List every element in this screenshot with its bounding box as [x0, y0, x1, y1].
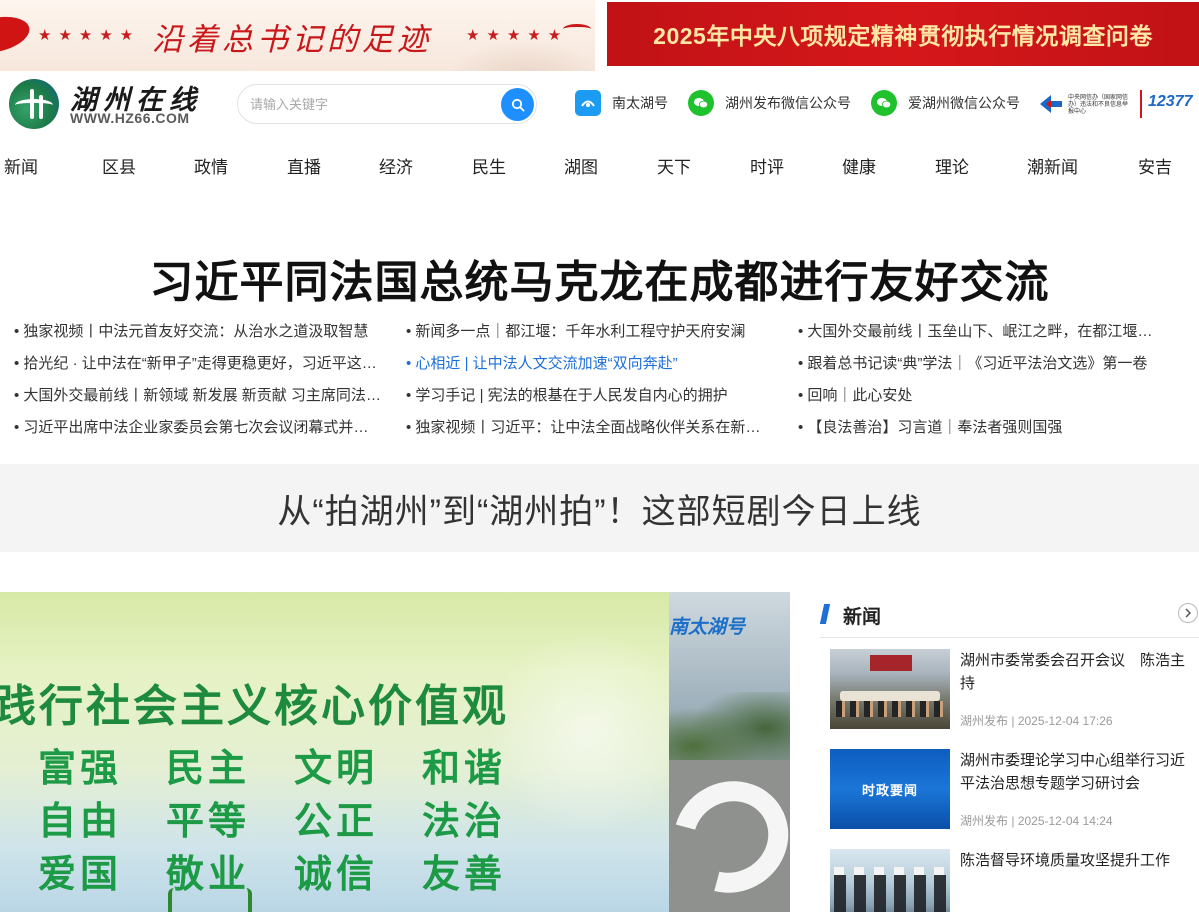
news-thumbnail	[830, 849, 950, 912]
nantaihu-brand: 南太湖号	[669, 616, 746, 638]
nav-item[interactable]: 湖图	[564, 153, 598, 178]
news-link[interactable]: • 拾光纪 · 让中法在“新甲子”走得更稳更好，习近平这样说	[14, 352, 382, 376]
banner-slogan: 沿着总书记的足迹	[152, 22, 432, 58]
news-link[interactable]: • 学习手记 | 宪法的根基在于人民发自内心的拥护	[406, 384, 774, 408]
nav-item[interactable]: 政情	[194, 153, 228, 178]
banner-follow-footsteps[interactable]: ★★★★★ 沿着总书记的足迹 ★★★★★	[0, 0, 595, 71]
news-item-meta: 湖州发布 | 2025-12-04 17:26	[960, 714, 1113, 728]
nav-item[interactable]: 安吉	[1138, 153, 1172, 178]
emblem-decoration	[168, 888, 252, 912]
news-link[interactable]: • 独家视频丨习近平：让中法全面战略伙伴关系在新时代行稳致远	[406, 416, 774, 440]
stars-left: ★★★★★	[38, 26, 141, 44]
search-icon	[511, 98, 525, 112]
nav-item[interactable]: 民生	[472, 153, 506, 178]
nav-item[interactable]: 健康	[842, 153, 876, 178]
feature-banner: 从“拍湖州”到“湖州拍”！这部短剧今日上线	[0, 464, 1199, 552]
news-thumbnail	[830, 649, 950, 729]
news-thumbnail: 时政要闻	[830, 749, 950, 829]
search-box	[237, 84, 537, 124]
news-link[interactable]: • 新闻多一点｜都江堰：千年水利工程守护天府安澜	[406, 320, 774, 344]
nav-item[interactable]: 天下	[657, 153, 691, 178]
link-label: 爱湖州微信公众号	[908, 95, 1020, 111]
nav-item[interactable]: 潮新闻	[1027, 153, 1078, 178]
news-item-meta: 湖州发布 | 2025-12-04 14:24	[960, 814, 1113, 828]
news-link[interactable]: • 大国外交最前线丨新领域 新发展 新贡献 习主席同法国总统会谈	[14, 384, 382, 408]
wechat-icon	[871, 90, 897, 116]
news-link[interactable]: • 独家视频丨中法元首友好交流：从治水之道汲取智慧	[14, 320, 382, 344]
values-row: 富强 民主 文明 和谐	[38, 748, 507, 790]
nav-item[interactable]: 理论	[935, 153, 969, 178]
news-item-title: 陈浩督导环境质量攻坚提升工作	[960, 852, 1171, 869]
link-huzhou-wechat[interactable]: 湖州发布微信公众号	[688, 90, 851, 116]
mountain-decoration	[445, 39, 595, 71]
chevron-right-icon	[1185, 608, 1192, 618]
news-link[interactable]: • 大国外交最前线丨玉垒山下、岷江之畔，在都江堰感受中华文明	[798, 320, 1166, 344]
news-link[interactable]: • 回响｜此心安处	[798, 384, 1166, 408]
report-center-icon	[1040, 95, 1062, 113]
nav-item[interactable]: 时评	[750, 153, 784, 178]
news-link[interactable]: • 习近平出席中法企业家委员会第七次会议闭幕式并致辞	[14, 416, 382, 440]
link-label: 南太湖号	[612, 95, 668, 111]
nav-item[interactable]: 区县	[102, 153, 136, 178]
app-icon	[575, 90, 601, 116]
link-aihuzhou-wechat[interactable]: 爱湖州微信公众号	[871, 90, 1020, 116]
banner-survey[interactable]: 2025年中央八项规定精神贯彻执行情况调查问卷	[607, 2, 1199, 66]
link-nantaihu[interactable]: 南太湖号	[575, 90, 668, 116]
wechat-icon	[688, 90, 714, 116]
news-link-highlighted[interactable]: • 心相近 | 让中法人文交流加速“双向奔赴”	[406, 352, 774, 376]
nav-item[interactable]: 经济	[379, 153, 413, 178]
bird-decoration	[563, 24, 591, 34]
sidebar-news-header: 新闻	[819, 600, 1199, 638]
sidebar-title[interactable]: 新闻	[843, 602, 881, 629]
thumbnail-label: 时政要闻	[861, 782, 918, 798]
nav-item[interactable]: 直播	[287, 153, 321, 178]
hotline-12377-logo[interactable]: 12377	[1140, 90, 1199, 118]
red-ribbon-decoration	[0, 11, 33, 59]
carousel-next-preview[interactable]: 南太湖号	[669, 592, 790, 912]
values-row: 爱国 敬业 诚信 友善	[38, 854, 507, 896]
section-marker	[819, 604, 831, 624]
report-center-link[interactable]: 中央网信办（国家网信办）违法和不良信息举报中心	[1038, 90, 1136, 118]
top-links: 南太湖号 湖州发布微信公众号 爱湖州微信公众号	[575, 88, 1040, 118]
news-item-title: 湖州市委常委会召开会议 陈浩主持	[960, 652, 1185, 692]
hero-title: 践行社会主义核心价值观	[0, 682, 509, 731]
headline[interactable]: 习近平同法国总统马克龙在成都进行友好交流	[0, 246, 1199, 310]
feature-title[interactable]: 从“拍湖州”到“湖州拍”！这部短剧今日上线	[277, 484, 921, 533]
news-item-title: 湖州市委理论学习中心组举行习近平法治思想专题学习研讨会	[960, 752, 1185, 792]
search-input[interactable]	[250, 93, 500, 115]
values-row: 自由 平等 公正 法治	[38, 801, 507, 843]
news-link[interactable]: • 【良法善治】习言道｜奉法者强则国强	[798, 416, 1166, 440]
search-button[interactable]	[501, 88, 534, 121]
more-button[interactable]	[1178, 603, 1198, 623]
nav-item[interactable]: 新闻	[4, 153, 38, 178]
site-logo-url: WWW.HZ66.COM	[70, 110, 190, 126]
main-nav: 新闻 区县 政情 直播 经济 民生 湖图 天下 时评 健康 理论 潮新闻 安吉	[0, 153, 1199, 183]
site-logo-icon[interactable]	[9, 79, 59, 129]
carousel-image-core-values[interactable]: 践行社会主义核心价值观 富强 民主 文明 和谐 自由 平等 公正 法治 爱国 敬业 诚信 友善	[0, 592, 669, 912]
link-label: 湖州发布微信公众号	[725, 95, 851, 111]
report-center-text: 中央网信办（国家网信办）违法和不良信息举报中心	[1068, 93, 1129, 115]
news-link[interactable]: • 跟着总书记读“典”学法｜《习近平法治文选》第一卷	[798, 352, 1166, 376]
